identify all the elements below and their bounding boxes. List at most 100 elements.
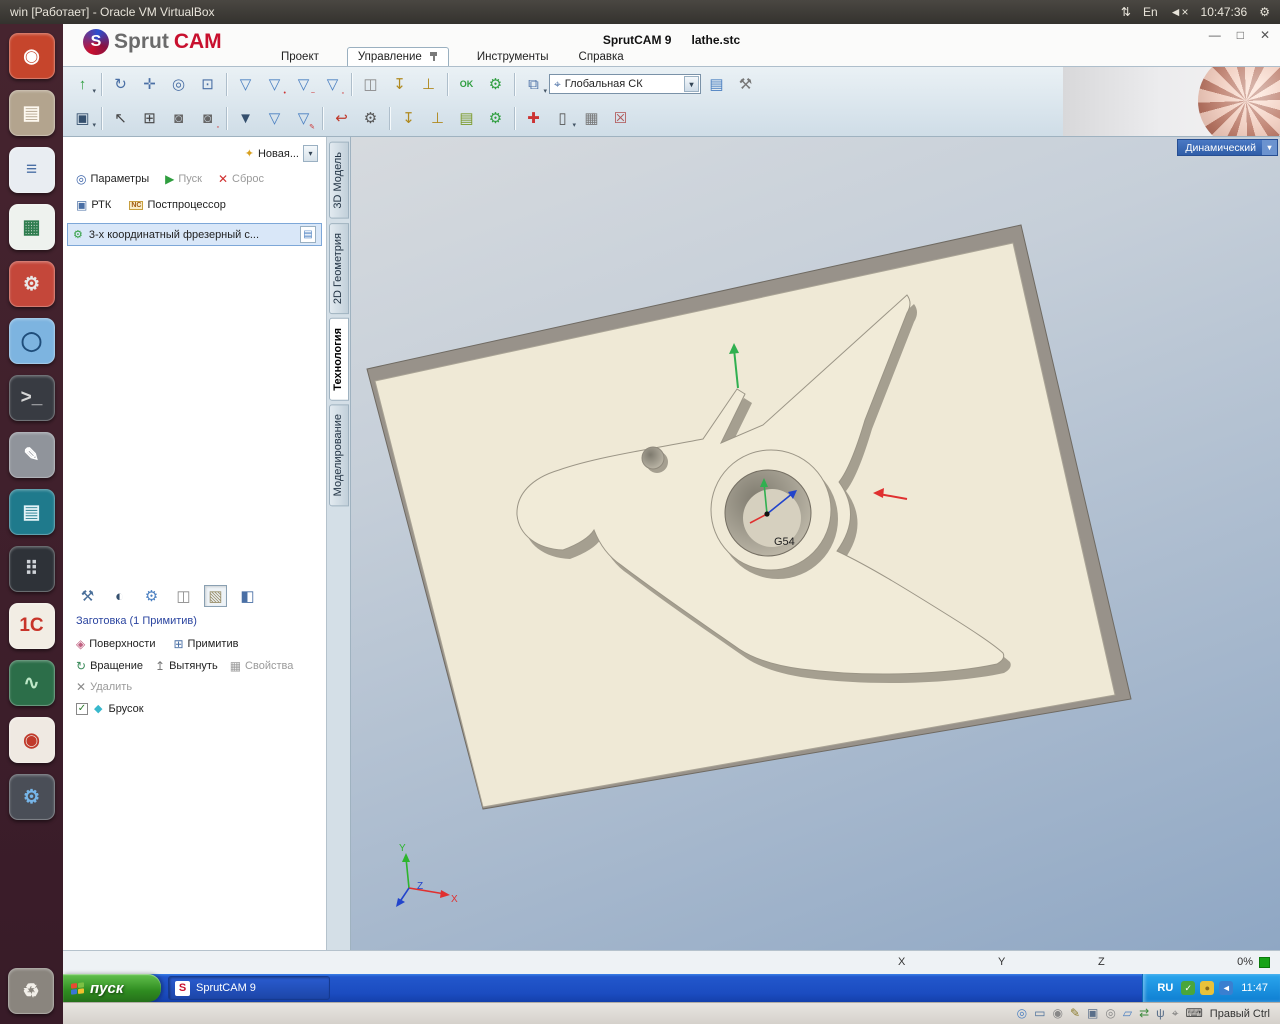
funnel-edit-button[interactable]: ▽ ✎ [290, 105, 317, 131]
funnel-button[interactable]: ▽ [261, 105, 288, 131]
chevron-down-icon[interactable]: ▾ [1262, 140, 1277, 155]
launcher-spreadsheet[interactable]: ▦ [8, 204, 55, 250]
tab-technology[interactable]: Технология [328, 317, 349, 401]
brusok-checkbox[interactable]: ✓ [76, 702, 88, 715]
minimize-button[interactable]: — [1209, 28, 1221, 42]
shared-folder-icon[interactable]: ▱ [1123, 1006, 1132, 1021]
launcher-tweaks[interactable]: ⚙ [8, 774, 55, 820]
operation-doc-icon[interactable]: ▤ [300, 226, 316, 243]
launcher-browser[interactable]: ◯ [8, 318, 55, 364]
cs-combo[interactable]: ⌖ Глобальная СК ▾ [549, 74, 701, 94]
save-project-button[interactable]: ▣ ▾ [69, 105, 96, 131]
funnel-active-button[interactable]: ▼ [232, 105, 259, 131]
usb-icon[interactable]: ψ [1156, 1006, 1165, 1021]
parameters-button[interactable]: ◎ Параметры [76, 172, 149, 186]
export-image-button[interactable]: ▦ [578, 105, 605, 131]
workpiece-settings-button[interactable]: ⚙ [140, 585, 163, 607]
launcher-calculator[interactable]: ⠿ [8, 546, 55, 592]
new-operation-button[interactable]: Новая... [258, 148, 299, 160]
mouse-integration-icon[interactable]: ⌖ [1172, 1006, 1179, 1021]
tray-language-indicator[interactable]: RU [1157, 982, 1173, 994]
delete-table-button[interactable]: ☒ [607, 105, 634, 131]
open-model-button[interactable]: ↑ ▾ [69, 71, 96, 97]
rtk-button[interactable]: ▣ РТК [76, 198, 111, 212]
postprocessor-button[interactable]: NC Постпроцессор [129, 198, 226, 212]
viewport-3d[interactable]: G54 Y X Z Динамический ▾ [350, 137, 1280, 950]
launcher-notes[interactable]: ✎ [8, 432, 55, 478]
keyboard-io-icon[interactable]: ⇅ [1121, 5, 1131, 19]
rotation-button[interactable]: ↻ Вращение [76, 659, 143, 673]
host-clock[interactable]: 10:47:36 [1201, 5, 1248, 19]
stock-button[interactable]: ◫ [357, 71, 384, 97]
restore-button[interactable]: □ [1237, 28, 1244, 42]
operation-point-button[interactable]: ▽ • [261, 71, 288, 97]
box-select-button[interactable]: ⊞ [136, 105, 163, 131]
workpiece-box-button[interactable]: ▧ [204, 585, 227, 607]
surfaces-button[interactable]: ◈ Поверхности [76, 637, 155, 651]
launcher-system-monitor[interactable]: ∿ [8, 660, 55, 706]
tab-2d-geometry[interactable]: 2D Геометрия [328, 222, 349, 314]
security-tray-icon[interactable]: ✓ [1181, 981, 1196, 995]
chevron-down-icon[interactable]: ▾ [543, 87, 547, 95]
tool-table-button[interactable]: ↧ [386, 71, 413, 97]
new-operation-button[interactable]: ▽ [232, 71, 259, 97]
mute-speaker-icon[interactable]: ◄× [1170, 5, 1189, 19]
launcher-docs[interactable]: ▤ [8, 489, 55, 535]
volume-tray-icon[interactable]: ◄ [1219, 981, 1234, 995]
extrude-button[interactable]: ↥ Вытянуть [155, 659, 218, 673]
launcher-text-editor[interactable]: ≡ [8, 147, 55, 193]
menu-help[interactable]: Справка [577, 48, 626, 66]
menu-control[interactable]: Управление [346, 47, 449, 66]
launcher-files[interactable]: ▤ [8, 90, 55, 136]
launcher-1c[interactable]: 1С [8, 603, 55, 649]
menu-tools[interactable]: Инструменты [475, 48, 551, 66]
operation-box-button[interactable]: ▽ ▫ [319, 71, 346, 97]
machine-gear-button[interactable]: ⚙ [357, 105, 384, 131]
chevron-down-icon[interactable]: ▾ [684, 76, 699, 92]
chevron-down-icon[interactable]: ▾ [572, 121, 576, 129]
workpiece-title[interactable]: Заготовка (1 Примитив) [76, 615, 197, 627]
launcher-dash[interactable]: ◉ [8, 33, 55, 79]
delete-button[interactable]: ✕ Удалить [76, 680, 132, 694]
view-mode-combo[interactable]: Динамический ▾ [1177, 139, 1278, 156]
app-tray-icon[interactable]: ● [1200, 981, 1215, 995]
simulate-button[interactable]: ⚙ [482, 105, 509, 131]
machine-setup-button[interactable]: ⚙ [482, 71, 509, 97]
material-button[interactable]: ▤ [703, 71, 730, 97]
workpiece-cylinder-button[interactable]: ◫ [172, 585, 195, 607]
fit-view-button[interactable]: ⊡ [194, 71, 221, 97]
zoom-status-icon[interactable]: ◎ [1017, 1006, 1027, 1021]
power-menu-icon[interactable]: ⚙ [1259, 5, 1270, 19]
reset-button[interactable]: ✕ Сброс [218, 172, 264, 186]
hammer-button[interactable]: ⚒ [732, 71, 759, 97]
tab-3d-model[interactable]: 3D Модель [328, 142, 349, 219]
properties-button[interactable]: ▦ Свойства [230, 659, 294, 673]
record-icon[interactable]: ◉ [1052, 1006, 1062, 1021]
language-indicator[interactable]: En [1143, 5, 1158, 19]
toolpath-button[interactable]: ⊥ [424, 105, 451, 131]
menu-project[interactable]: Проект [279, 48, 321, 66]
pan-view-button[interactable]: ✛ [136, 71, 163, 97]
tab-simulation[interactable]: Моделирование [328, 404, 349, 507]
launcher-terminal[interactable]: >_ [8, 375, 55, 421]
chevron-down-icon[interactable]: ▾ [92, 87, 96, 95]
spindle-button[interactable]: ↧ [395, 105, 422, 131]
viewport-scene[interactable]: G54 Y X Z [351, 137, 1280, 950]
workpiece-machine-button[interactable]: ⚒ [76, 585, 99, 607]
transform-button[interactable]: ✚ [520, 105, 547, 131]
undo-button[interactable]: ↩ [328, 105, 355, 131]
workpiece-solid-button[interactable]: ◧ [236, 585, 259, 607]
launcher-trash[interactable]: ♻ [8, 968, 54, 1014]
new-operation-dropdown[interactable]: ▾ [303, 145, 318, 162]
rotate-view-button[interactable]: ↻ [107, 71, 134, 97]
edit-icon[interactable]: ✎ [1070, 1006, 1080, 1021]
screen-size-icon[interactable]: ▭ [1034, 1006, 1045, 1021]
tray-clock[interactable]: 11:47 [1241, 982, 1268, 994]
part-ok-button[interactable]: OK [453, 71, 480, 97]
capture-region-button[interactable]: ◙ ▫ [194, 105, 221, 132]
launcher-media[interactable]: ◉ [8, 717, 55, 763]
taskbar-task-sprutcam[interactable]: S SprutCAM 9 [168, 976, 330, 1000]
start-button[interactable]: пуск [63, 974, 161, 1002]
hdd-icon[interactable]: ▣ [1087, 1006, 1098, 1021]
network-icon[interactable]: ⇄ [1139, 1006, 1149, 1021]
